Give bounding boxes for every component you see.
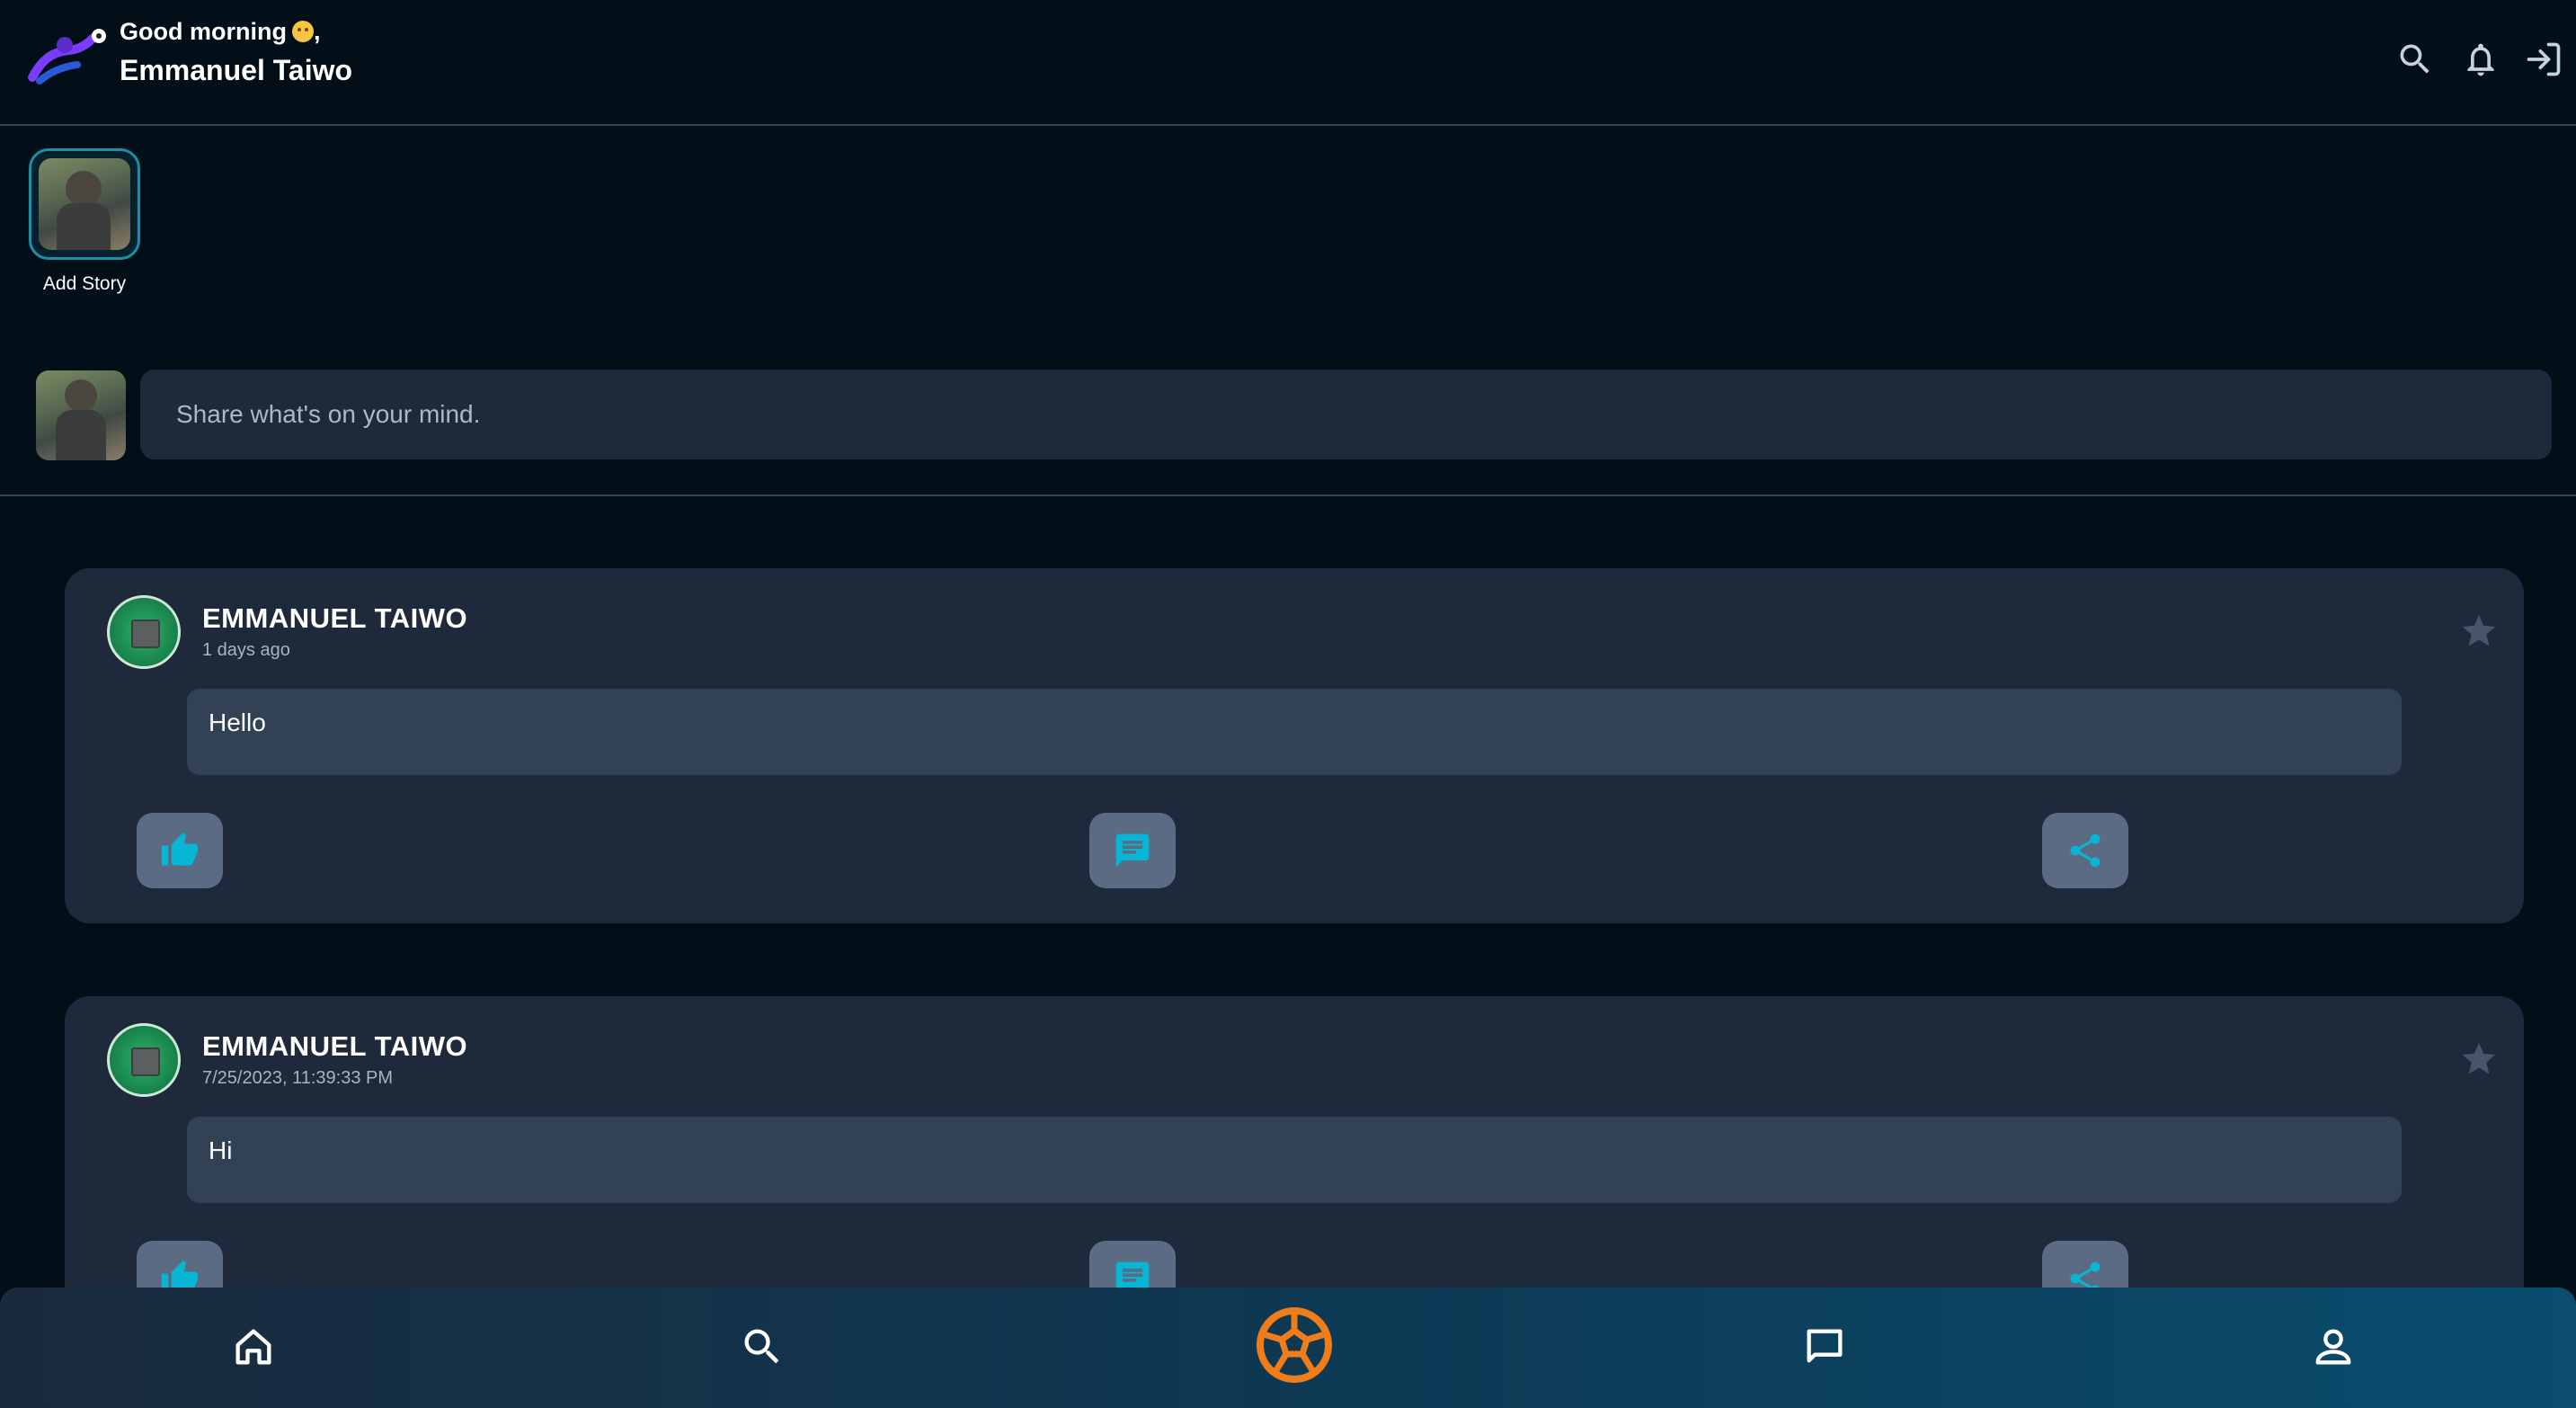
bell-icon[interactable]	[2461, 40, 2500, 79]
user-name: Emmanuel Taiwo	[120, 54, 353, 86]
post-body: Hi	[187, 1117, 2402, 1203]
home-icon[interactable]	[230, 1323, 277, 1370]
share-icon	[2070, 833, 2101, 868]
post-body: Hello	[187, 689, 2402, 775]
comment-icon	[1115, 833, 1150, 868]
chat-icon[interactable]	[1801, 1323, 1848, 1370]
post-composer-input[interactable]	[140, 370, 2552, 459]
search-icon[interactable]	[2395, 40, 2435, 79]
post-author-avatar[interactable]	[107, 1023, 181, 1097]
logout-icon[interactable]	[2524, 40, 2563, 79]
section-divider	[0, 495, 2576, 496]
thumbs-up-icon	[161, 832, 199, 866]
share-button[interactable]	[2042, 813, 2128, 888]
app-logo-icon	[23, 25, 110, 90]
story-avatar	[39, 158, 130, 250]
football-icon[interactable]	[1255, 1306, 1334, 1385]
smile-emoji-icon	[291, 21, 314, 42]
add-story-button[interactable]	[29, 148, 140, 260]
app-root: Good morning, Emmanuel Taiwo Add Story E…	[0, 0, 2576, 1408]
top-header: Good morning, Emmanuel Taiwo	[0, 0, 2576, 126]
post-author-name[interactable]: EMMANUEL TAIWO	[202, 602, 467, 635]
post-card: EMMANUEL TAIWO 1 days ago Hello	[65, 568, 2524, 923]
post-author-name[interactable]: EMMANUEL TAIWO	[202, 1030, 467, 1063]
add-story-label: Add Story	[42, 273, 127, 294]
bottom-navigation	[0, 1288, 2576, 1408]
star-icon[interactable]	[2459, 611, 2499, 651]
post-author-avatar[interactable]	[107, 595, 181, 669]
profile-icon[interactable]	[2310, 1323, 2357, 1370]
post-timestamp: 7/25/2023, 11:39:33 PM	[202, 1068, 394, 1088]
post-timestamp: 1 days ago	[202, 640, 290, 660]
comment-button[interactable]	[1089, 813, 1176, 888]
like-button[interactable]	[137, 813, 223, 888]
star-icon[interactable]	[2459, 1039, 2499, 1079]
composer-avatar	[36, 370, 126, 460]
greeting-text: Good morning,	[120, 18, 321, 45]
search-nav-icon[interactable]	[739, 1323, 786, 1370]
